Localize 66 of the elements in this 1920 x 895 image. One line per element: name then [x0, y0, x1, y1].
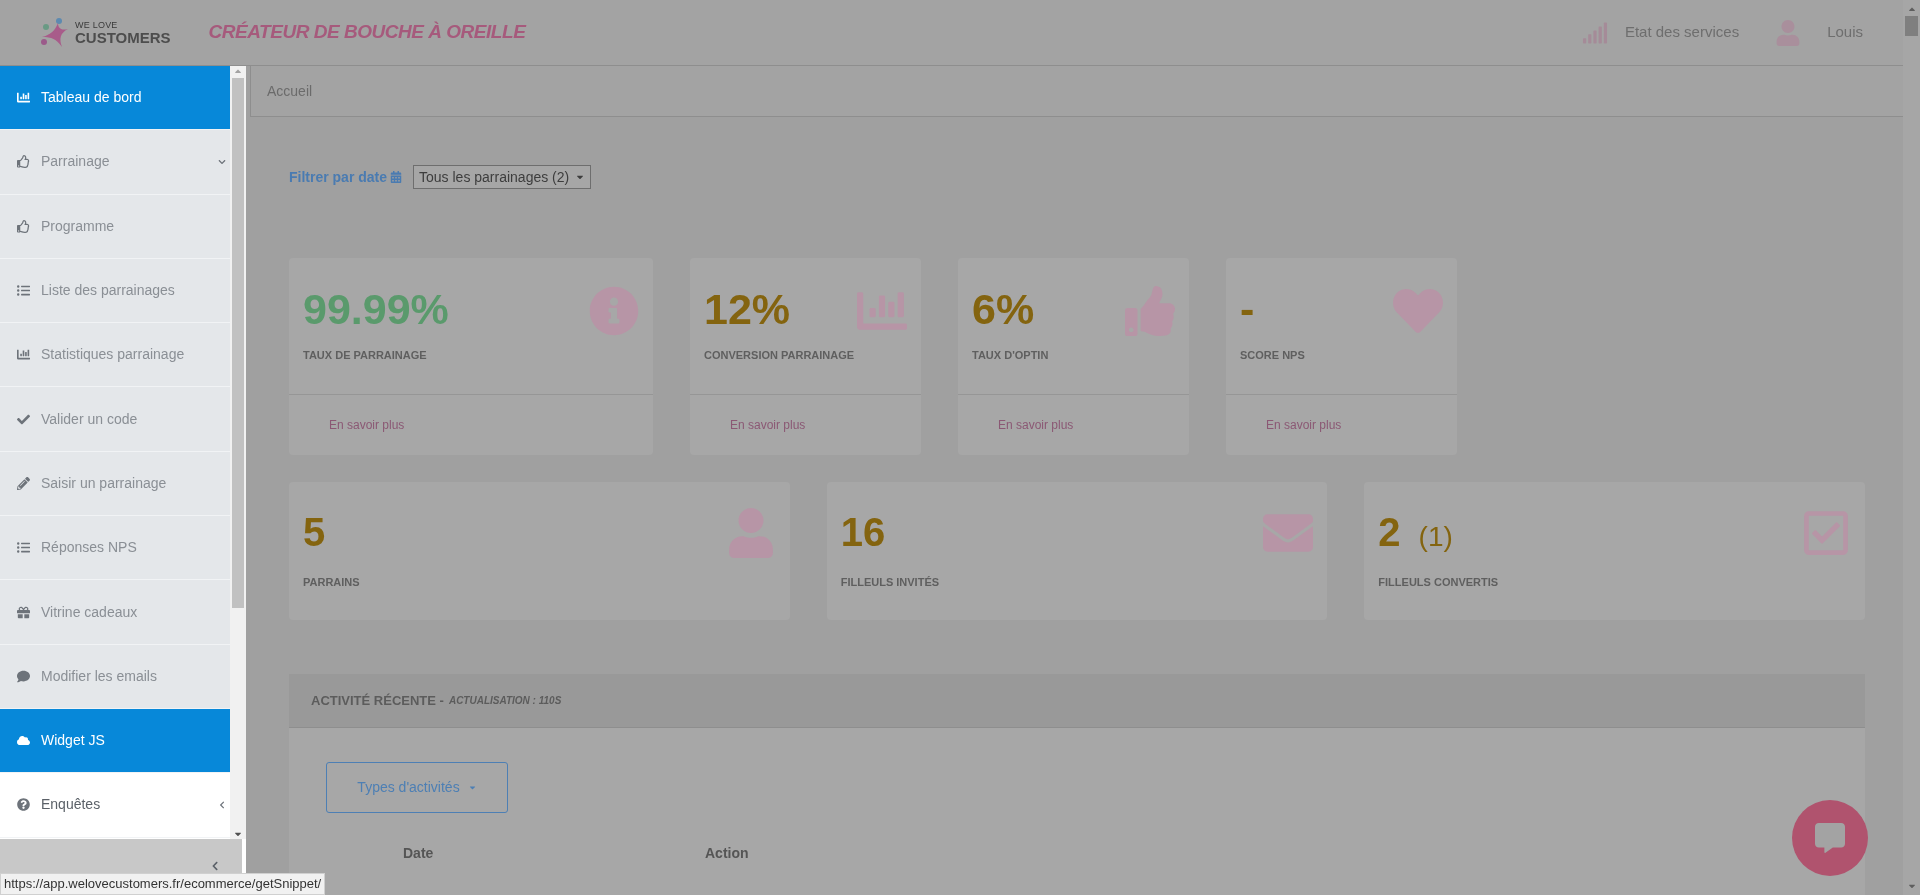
counter-label: FILLEULS INVITÉS: [840, 575, 941, 590]
sidebar-item[interactable]: Saisir un parrainage: [0, 451, 230, 517]
calendar-icon[interactable]: [390, 171, 403, 183]
activity-type-dropdown[interactable]: Types d'activités: [326, 762, 508, 813]
caret-icon: [467, 783, 477, 792]
question-icon: [17, 798, 30, 812]
list-icon: [17, 541, 30, 555]
sidebar-item[interactable]: Statistiques parrainage: [0, 323, 230, 388]
panel-subtitle: ACTUALISATION : 110S: [448, 694, 562, 708]
more-link[interactable]: En savoir plus: [998, 416, 1074, 434]
scrollbar-thumb[interactable]: [232, 78, 244, 608]
sidebar-item[interactable]: Réponses NPS: [0, 516, 230, 581]
signal-bars-icon: [1581, 20, 1608, 45]
breadcrumb[interactable]: Accueil: [267, 80, 313, 102]
sidebar-item[interactable]: Parrainage: [0, 130, 230, 195]
kpi-label: TAUX D'OPTIN: [972, 348, 1050, 363]
counter-value: 16: [840, 512, 886, 552]
sidebar-item[interactable]: Tableau de bord: [0, 66, 230, 131]
list-icon: [17, 284, 30, 298]
column-header: Date: [403, 844, 435, 863]
kpi-label: TAUX DE PARRAINAGE: [303, 348, 428, 363]
status-bar: https://app.welovecustomers.fr/ecommerce/getSnippet/: [0, 873, 326, 895]
gift-icon: [17, 605, 30, 619]
panel-title: ACTIVITÉ RÉCENTE -: [311, 691, 444, 710]
pencil-icon: [17, 476, 30, 490]
more-link[interactable]: En savoir plus: [730, 416, 806, 434]
filter-label: Filtrer par date: [289, 167, 388, 187]
counter-value: 5: [303, 512, 326, 552]
sidebar-item[interactable]: Modifier les emails: [0, 644, 230, 709]
speech-bubble-icon: [17, 669, 30, 683]
more-link[interactable]: En savoir plus: [329, 416, 405, 434]
page-scrollbar[interactable]: [1903, 0, 1920, 895]
logo-icon: [40, 16, 70, 49]
check-icon: [17, 412, 30, 426]
date-filter-select[interactable]: Tous les parrainages (2): [413, 165, 592, 189]
scrollbar-thumb[interactable]: [1905, 16, 1918, 36]
chevron-down-icon: [218, 157, 226, 166]
sidebar-item[interactable]: Programme: [0, 194, 230, 259]
column-header: Action: [705, 844, 749, 863]
cloud-icon: [17, 734, 30, 748]
sidebar-scrollbar[interactable]: [230, 66, 246, 839]
kpi-label: SCORE NPS: [1240, 348, 1306, 363]
counter-value: 2: [1378, 512, 1401, 552]
chat-icon: [1815, 823, 1845, 853]
counter-label: FILLEULS CONVERTIS: [1378, 575, 1500, 590]
chevron-left-icon: [218, 800, 226, 809]
kpi-value: 12%: [704, 288, 792, 331]
sidebar-item[interactable]: Vitrine cadeaux: [0, 580, 230, 645]
brand-text: WE LOVE: [75, 20, 119, 30]
thumbs-up-icon: [17, 219, 30, 233]
sidebar-item[interactable]: Liste des parrainages: [0, 258, 230, 324]
counter-label: PARRAINS: [303, 575, 361, 590]
more-link[interactable]: En savoir plus: [1266, 416, 1342, 434]
kpi-value: 6%: [972, 288, 1036, 331]
chevron-left-icon: [210, 861, 220, 871]
kpi-value: 99.99%: [303, 288, 450, 331]
brand-name: CUSTOMERS: [75, 29, 171, 45]
bar-chart-icon: [17, 91, 30, 105]
sidebar-item[interactable]: Valider un code: [0, 387, 230, 452]
kpi-value: -: [1240, 288, 1256, 331]
kpi-label: CONVERSION PARRAINAGE: [704, 348, 856, 363]
thumbs-up-icon: [17, 155, 30, 169]
bar-chart-icon: [17, 348, 30, 362]
tagline: CRÉATEUR DE BOUCHE À OREILLE: [208, 20, 526, 45]
sidebar-item[interactable]: Widget JS: [0, 708, 230, 774]
counter-secondary-value: (1): [1418, 523, 1453, 551]
